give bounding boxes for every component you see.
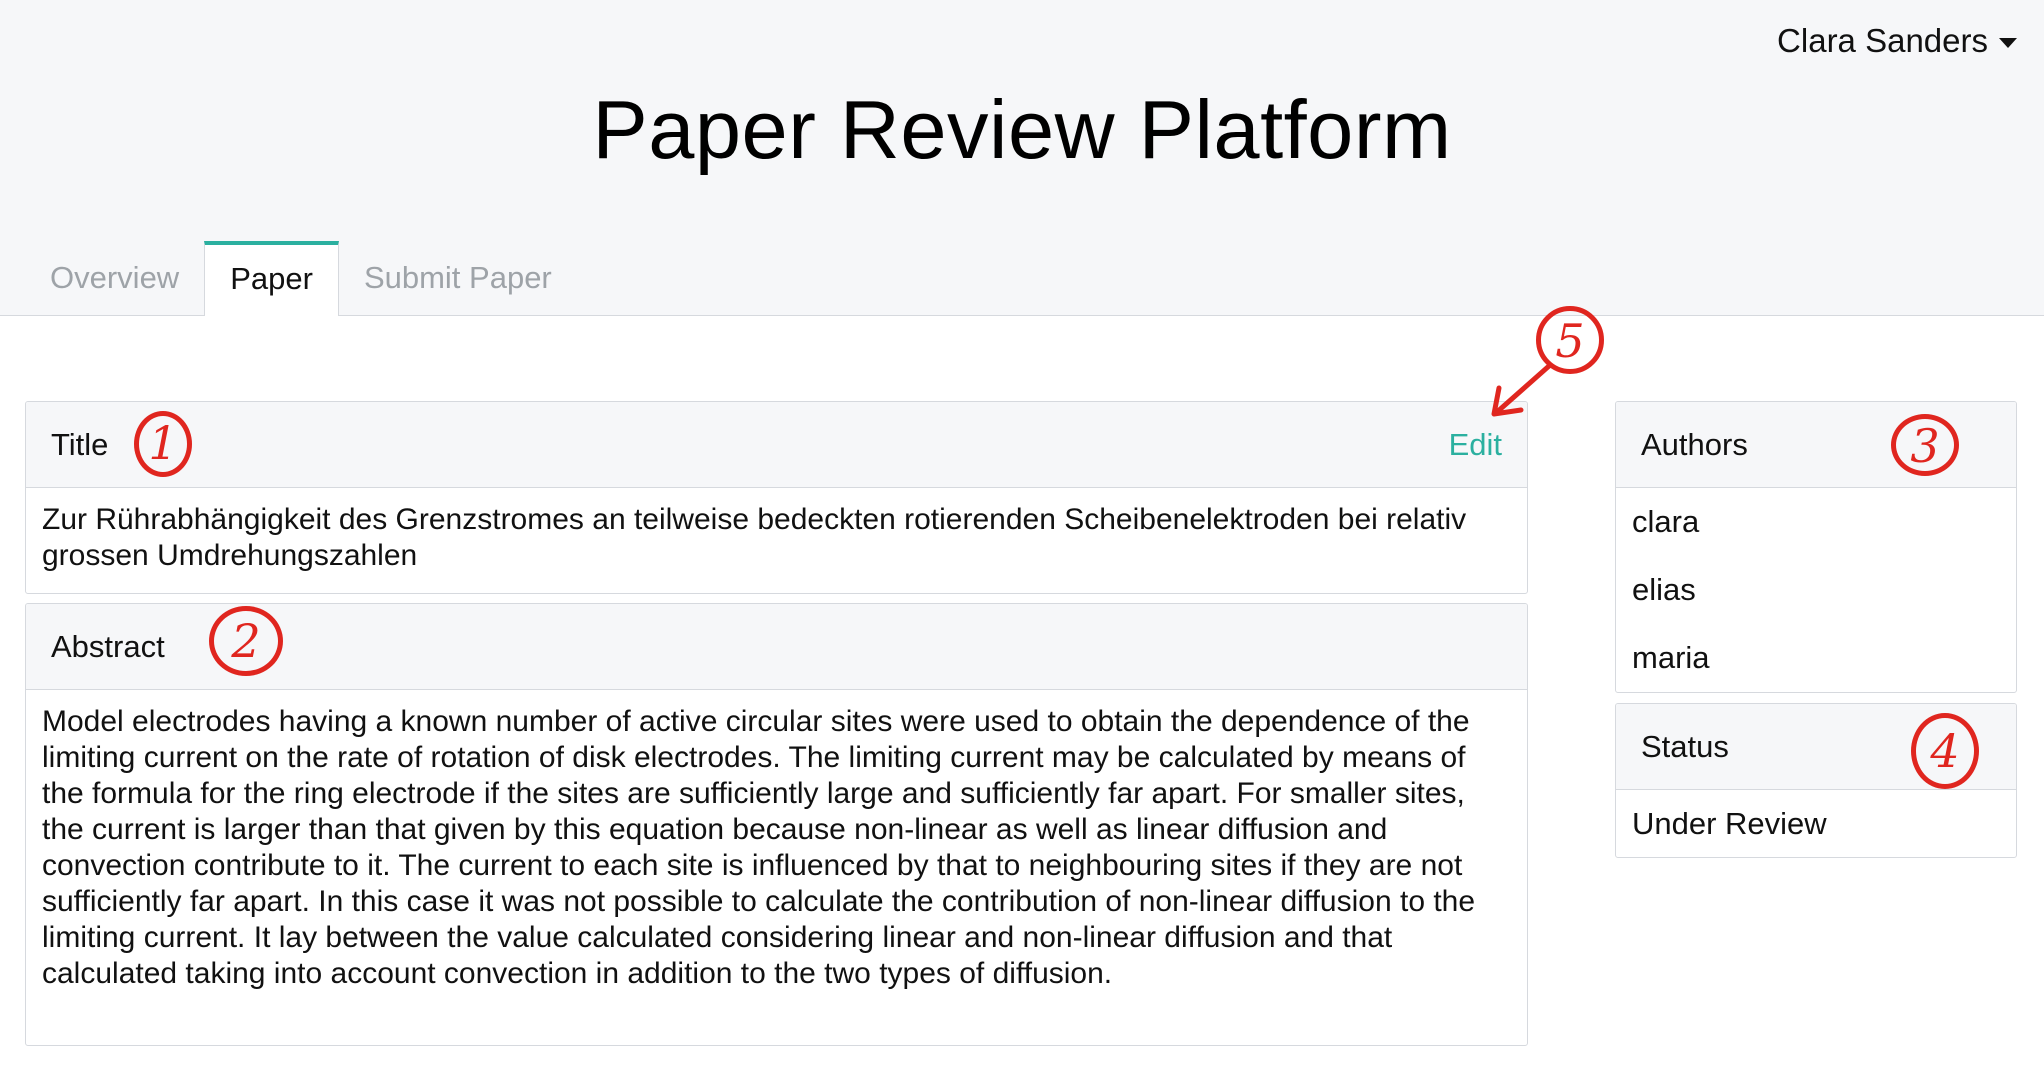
author-item: clara — [1632, 504, 1700, 539]
abstract-heading: Abstract — [51, 628, 165, 664]
annotation-5-number: 5 — [1555, 314, 1585, 368]
status-panel: Status Under Review — [1615, 703, 2017, 858]
tab-paper[interactable]: Paper — [204, 241, 339, 316]
authors-panel: Authors clara elias maria — [1615, 401, 2017, 693]
page: Clara Sanders Paper Review Platform Over… — [0, 0, 2044, 1080]
app-header: Clara Sanders Paper Review Platform Over… — [0, 0, 2044, 316]
edit-title-link[interactable]: Edit — [1449, 427, 1502, 463]
authors-panel-header: Authors — [1616, 402, 2016, 488]
authors-heading: Authors — [1641, 426, 1748, 462]
author-item: elias — [1632, 572, 1696, 607]
title-panel: Title Edit Zur Rührabhängigkeit des Gren… — [25, 401, 1528, 594]
status-panel-header: Status — [1616, 704, 2016, 790]
tab-bar: Overview Paper Submit Paper — [25, 241, 577, 316]
title-panel-header: Title Edit — [26, 402, 1527, 488]
abstract-panel-header: Abstract — [26, 604, 1527, 690]
abstract-panel: Abstract Model electrodes having a known… — [25, 603, 1528, 1046]
app-title: Paper Review Platform — [592, 83, 1452, 176]
author-list: clara elias maria — [1616, 488, 2016, 692]
status-value: Under Review — [1632, 806, 1827, 841]
title-heading: Title — [51, 426, 109, 462]
status-heading: Status — [1641, 728, 1729, 764]
user-menu[interactable]: Clara Sanders — [1777, 21, 2017, 61]
tab-submit-paper[interactable]: Submit Paper — [339, 241, 577, 315]
paper-title-text: Zur Rührabhängigkeit des Grenzstromes an… — [42, 503, 1467, 572]
author-item: maria — [1632, 640, 1710, 675]
annotation-5-circle — [1536, 306, 1604, 374]
caret-down-icon — [1999, 38, 2017, 48]
tab-overview[interactable]: Overview — [25, 241, 204, 315]
user-name: Clara Sanders — [1777, 22, 1988, 59]
abstract-text: Model electrodes having a known number o… — [42, 705, 1476, 990]
